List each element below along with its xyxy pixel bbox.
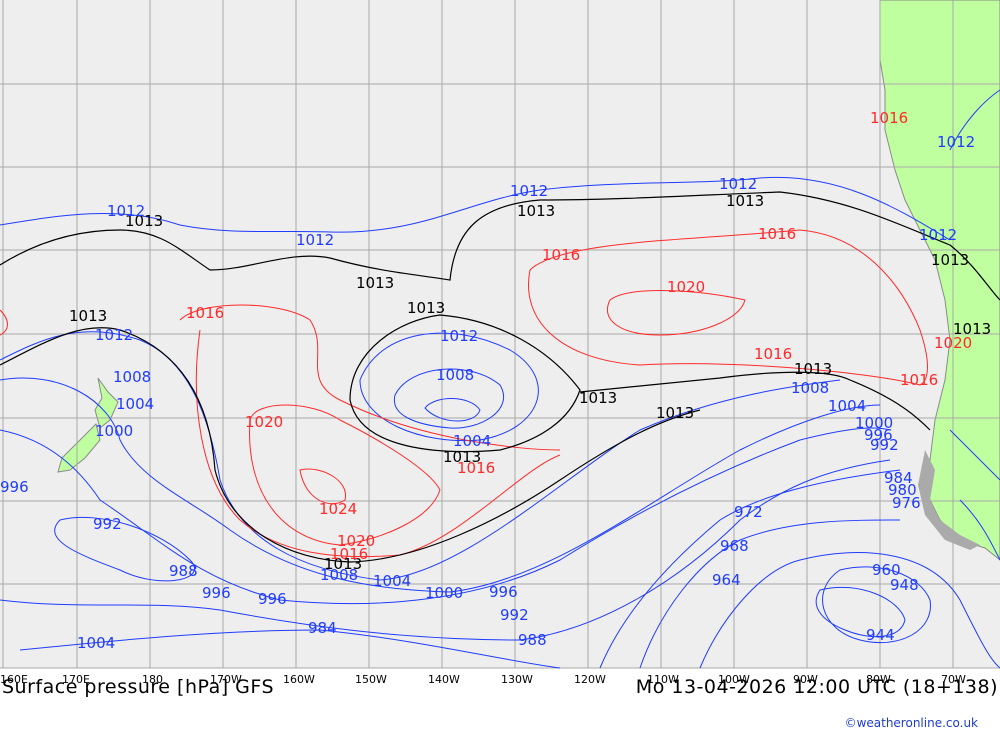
isobar-label: 1013 [407,299,445,317]
lon-tick: 120W [574,673,606,686]
isobar-label: 1008 [436,366,474,384]
isobar-label: 1012 [440,327,478,345]
isobar-label: 1012 [95,326,133,344]
isobar-label: 1013 [931,251,969,269]
lon-tick: 140W [428,673,460,686]
isobar-label: 996 [0,478,29,496]
isobar-label: 1012 [296,231,334,249]
isobar-label: 1016 [900,371,938,389]
isobar-label: 988 [169,562,198,580]
lon-tick: 130W [501,673,533,686]
credit-link[interactable]: ©weatheronline.co.uk [845,716,978,730]
isobar-label: 1004 [77,634,115,652]
isobar-label: 1008 [113,368,151,386]
isobar-label: 1008 [320,566,358,584]
isobar-label: 1020 [667,278,705,296]
forecast-datetime: Mo 13-04-2026 12:00 UTC (18+138) [635,676,998,698]
isobar-label: 1004 [828,397,866,415]
isobar-label: 988 [518,631,547,649]
isobar-label: 948 [890,576,919,594]
isobar-label: 1013 [517,202,555,220]
isobar-label: 1013 [794,360,832,378]
isobar-label: 1004 [373,572,411,590]
isobar-label: 972 [734,503,763,521]
isobar-label: 944 [866,626,895,644]
map-title: Surface pressure [hPa] GFS [2,676,275,698]
isobar-label: 964 [712,571,741,589]
isobar-label: 1013 [356,274,394,292]
isobar-label: 1004 [116,395,154,413]
isobar-label: 996 [489,583,518,601]
isobar-label: 1020 [245,413,283,431]
isobar-label: 1020 [934,334,972,352]
lon-tick: 160W [283,673,315,686]
isobar-label: 1008 [791,379,829,397]
isobar-label: 1016 [330,545,368,563]
isobar-label: 1013 [69,307,107,325]
isobar-label: 992 [500,606,529,624]
isobar-label: 992 [870,436,899,454]
isobar-label: 996 [258,590,287,608]
isobar-label: 1000 [425,584,463,602]
isobar-label: 976 [892,494,921,512]
lon-tick: 150W [355,673,387,686]
isobar-label: 1016 [870,109,908,127]
pressure-map: 160E 170E 180 170W 160W 150W 140W 130W 1… [0,0,1000,686]
isobar-label: 1013 [656,404,694,422]
isobar-label: 1016 [754,345,792,363]
isobar-label: 1012 [937,133,975,151]
isobar-label: 1012 [919,226,957,244]
isobar-label: 1016 [542,246,580,264]
isobar-label: 1004 [453,432,491,450]
isobar-label: 1013 [579,389,617,407]
isobar-label: 1012 [719,175,757,193]
isobar-label: 1012 [510,182,548,200]
isobar-label: 1024 [319,500,357,518]
isobar-label: 1013 [726,192,764,210]
isobar-label: 996 [202,584,231,602]
isobar-label: 1016 [457,459,495,477]
isobar-label: 1016 [758,225,796,243]
isobar-label: 1012 [107,202,145,220]
isobar-label: 1000 [95,422,133,440]
isobar-label: 984 [308,619,337,637]
isobar-label: 1016 [186,304,224,322]
isobar-label: 992 [93,515,122,533]
isobar-label: 968 [720,537,749,555]
